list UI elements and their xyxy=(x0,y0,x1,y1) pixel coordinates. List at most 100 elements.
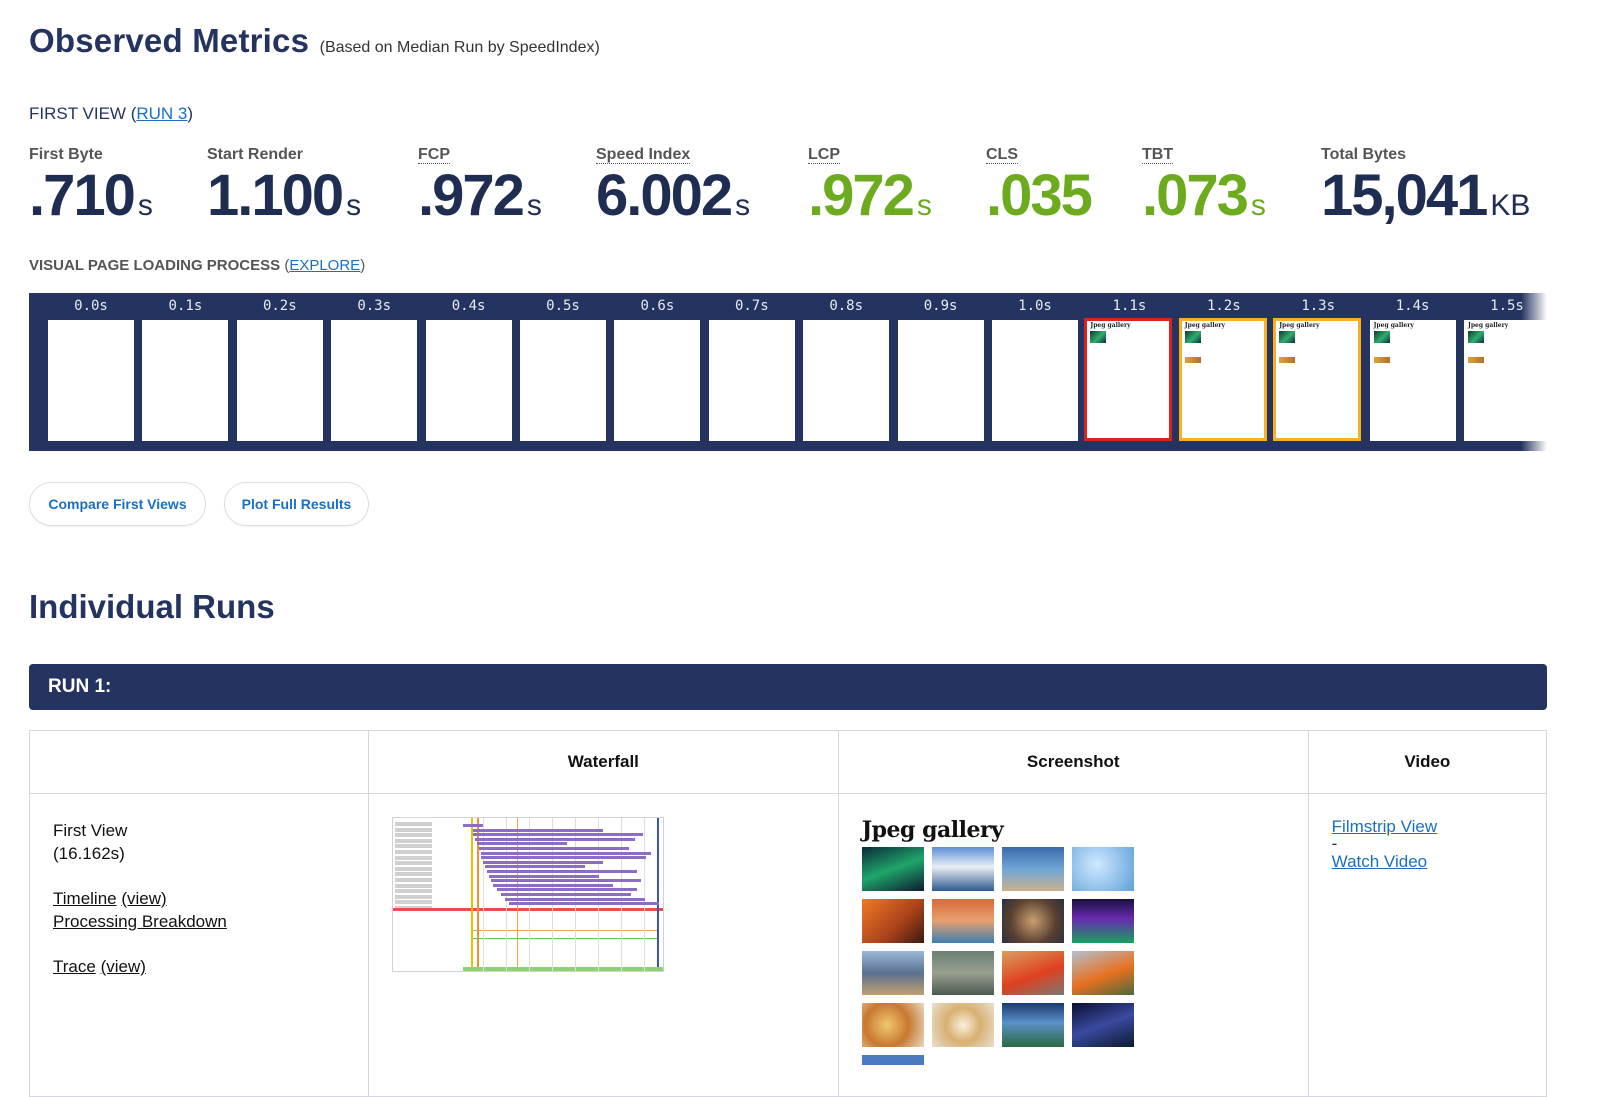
frame-thumbnail xyxy=(48,320,134,441)
run-info-cell: First View (16.162s) Timeline (view) Pro… xyxy=(29,793,369,1097)
frame-thumbnail: Jpeg gallery xyxy=(1178,318,1267,441)
frame-time: 0.3s xyxy=(357,298,392,314)
frame-time: 0.5s xyxy=(546,298,580,314)
gallery-thumbnail xyxy=(1001,951,1064,995)
explore-link[interactable]: EXPLORE xyxy=(289,257,360,274)
frame-image xyxy=(1279,357,1296,363)
frame-time: 0.6s xyxy=(640,298,675,314)
waterfall-row-name xyxy=(394,889,457,894)
column-header-empty xyxy=(29,730,369,794)
waterfall-request-bar xyxy=(492,883,613,887)
screenshot-thumbnail[interactable]: Jpeg gallery xyxy=(861,817,1307,1065)
frame-caption: Jpeg gallery xyxy=(1373,322,1414,329)
metric-unit: s xyxy=(916,189,932,222)
frame-thumbnail xyxy=(236,320,323,441)
frame-time: 1.2s xyxy=(1206,298,1241,314)
filmstrip-view-link[interactable]: Filmstrip View xyxy=(1332,817,1437,836)
column-header-video: Video xyxy=(1307,730,1548,794)
frame-time: 1.1s xyxy=(1112,298,1147,314)
frame-time: 0.2s xyxy=(262,298,297,314)
waterfall-request-bar xyxy=(472,833,643,837)
frame-time: 0.9s xyxy=(923,298,958,314)
waterfall-request-bar xyxy=(484,865,585,869)
page-title: Observed Metrics xyxy=(29,22,310,59)
plot-full-results-button[interactable]: Plot Full Results xyxy=(224,482,369,526)
metric-cls: CLS .035 xyxy=(986,146,1093,228)
metric-speed-index: Speed Index 6.002 s xyxy=(596,146,750,238)
frame-time: 1.0s xyxy=(1018,298,1052,314)
frame-time: 0.4s xyxy=(451,298,486,314)
frame-thumbnail xyxy=(614,320,701,441)
waterfall-request-bar xyxy=(500,893,631,896)
visual-loading-heading: VISUAL PAGE LOADING PROCESS (EXPLORE) xyxy=(29,257,365,274)
first-view-prefix: FIRST VIEW ( xyxy=(29,104,137,123)
waterfall-row-name xyxy=(394,833,457,838)
metric-value: .972 xyxy=(808,163,915,228)
waterfall-row-name xyxy=(394,883,457,888)
metric-label[interactable]: Speed Index xyxy=(596,146,691,164)
waterfall-request-bar xyxy=(482,860,603,864)
separator-dash: - xyxy=(1331,834,1338,853)
frame-time: 0.8s xyxy=(829,298,864,314)
frame-thumbnail: Jpeg gallery xyxy=(1273,318,1362,441)
trace-view-link[interactable]: (view) xyxy=(101,957,146,976)
column-header-screenshot: Screenshot xyxy=(837,730,1309,794)
frame-image xyxy=(1184,331,1201,343)
metric-value: 1.100 xyxy=(207,163,344,228)
metric-label[interactable]: FCP xyxy=(418,146,450,164)
video-cell: Filmstrip View - Watch Video xyxy=(1307,793,1548,1097)
waterfall-request-bar xyxy=(490,879,641,883)
waterfall-request-bar xyxy=(472,828,603,832)
waterfall-cpu-graph xyxy=(472,918,657,931)
compare-first-views-button[interactable]: Compare First Views xyxy=(29,482,206,526)
waterfall-row-name xyxy=(394,827,457,832)
processing-breakdown-link[interactable]: Processing Breakdown xyxy=(53,912,227,931)
gallery-thumbnail xyxy=(931,951,994,995)
metric-total-bytes: Total Bytes 15,041 KB xyxy=(1321,146,1530,238)
frame-caption: Jpeg gallery xyxy=(1090,322,1131,329)
waterfall-request-bar xyxy=(474,837,635,841)
frame-image xyxy=(1090,331,1107,343)
filmstrip[interactable]: 0.0s 0.1s 0.2s 0.3s 0.4s 0.5s 0.6s 0.7s 0.8s 0.9s… xyxy=(29,293,1547,451)
gallery-thumbnail xyxy=(1071,951,1134,995)
frame-thumbnail: Jpeg gallery xyxy=(1084,318,1173,441)
runs-table: Waterfall Screenshot Video First View (1… xyxy=(29,730,1548,1097)
first-view-suffix: ) xyxy=(187,104,194,123)
frame-caption: Jpeg gallery xyxy=(1468,322,1509,329)
waterfall-request-bar xyxy=(486,870,637,873)
frame-time: 0.1s xyxy=(168,298,203,314)
screenshot-title: Jpeg gallery xyxy=(861,817,1004,843)
timeline-view-link[interactable]: (view) xyxy=(121,889,166,908)
metric-unit: s xyxy=(735,189,751,222)
waterfall-row-name xyxy=(394,861,457,866)
metric-value: 6.002 xyxy=(596,163,733,228)
metric-label[interactable]: CLS xyxy=(986,146,1018,164)
trace-link[interactable]: Trace xyxy=(53,957,96,976)
waterfall-thumbnail[interactable] xyxy=(391,817,664,972)
waterfall-row-name xyxy=(394,872,457,877)
gallery-thumbnail xyxy=(1001,847,1064,891)
waterfall-request-bar xyxy=(480,851,651,855)
metric-value: .710 xyxy=(29,163,136,228)
metric-value: .073 xyxy=(1142,163,1249,228)
watch-video-link[interactable]: Watch Video xyxy=(1332,852,1427,871)
frame-image xyxy=(1373,331,1390,343)
filmstrip-fade xyxy=(1521,293,1547,451)
frame-thumbnail xyxy=(331,320,418,441)
timeline-link[interactable]: Timeline xyxy=(53,889,117,908)
metric-label[interactable]: LCP xyxy=(808,146,840,164)
waterfall-gridline xyxy=(643,818,645,971)
frame-thumbnail xyxy=(803,320,890,441)
waterfall-request-bar xyxy=(508,902,659,906)
waterfall-row-name xyxy=(394,877,457,882)
gallery-thumbnail xyxy=(1001,1003,1064,1047)
run-3-link[interactable]: RUN 3 xyxy=(136,104,187,123)
metric-unit: s xyxy=(1250,189,1266,222)
waterfall-load-line xyxy=(656,818,659,971)
gallery-thumbnail xyxy=(931,1003,994,1047)
frame-thumbnail: Jpeg gallery xyxy=(1369,320,1456,441)
run-1-bar: RUN 1: xyxy=(29,664,1547,710)
gallery-thumbnail xyxy=(1071,847,1134,891)
metric-tbt: TBT .073 s xyxy=(1142,146,1266,238)
metric-label[interactable]: TBT xyxy=(1142,146,1174,164)
